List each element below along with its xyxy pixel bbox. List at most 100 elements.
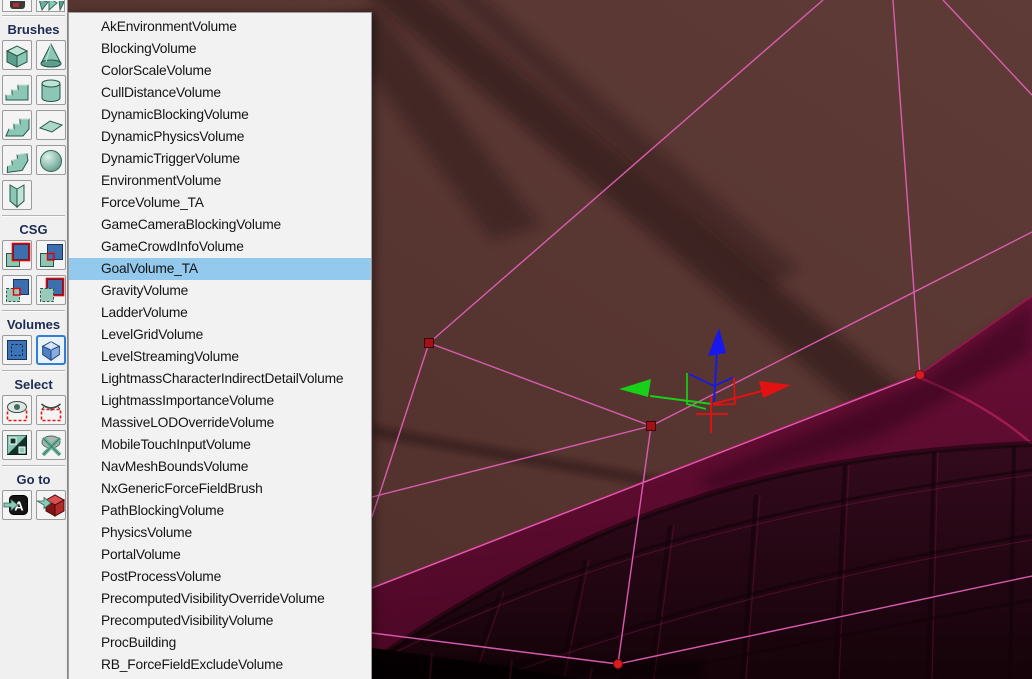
toolbar-button-brush-big-stairs[interactable] bbox=[2, 110, 32, 140]
brush-cone-icon bbox=[37, 41, 65, 69]
menu-item-PrecomputedVisibilityVolume[interactable]: PrecomputedVisibilityVolume bbox=[69, 610, 371, 632]
menu-item-RB_ForceFieldExcludeVolume[interactable]: RB_ForceFieldExcludeVolume bbox=[69, 654, 371, 676]
section-label-go-to: Go to bbox=[0, 470, 67, 490]
toolbar-button-brush-curved-stairs[interactable] bbox=[2, 145, 32, 175]
menu-item-DynamicPhysicsVolume[interactable]: DynamicPhysicsVolume bbox=[69, 126, 371, 148]
goto-actor-icon: A bbox=[3, 491, 31, 519]
brush-volumetric-icon bbox=[3, 181, 31, 209]
toolbar-button-brush-volumetric[interactable] bbox=[2, 180, 32, 210]
volume-show-icon bbox=[3, 336, 31, 364]
brush-cube-icon bbox=[3, 41, 31, 69]
menu-item-GravityVolume[interactable]: GravityVolume bbox=[69, 280, 371, 302]
toolbar-row bbox=[0, 75, 67, 105]
menu-item-NxGenericForceFieldBrush[interactable]: NxGenericForceFieldBrush bbox=[69, 478, 371, 500]
toolbar-button-select-invert[interactable] bbox=[2, 430, 32, 460]
menu-item-PhysicsVolume[interactable]: PhysicsVolume bbox=[69, 522, 371, 544]
toolbar-button-csg-intersect[interactable] bbox=[2, 275, 32, 305]
csg-subtract-icon bbox=[37, 241, 65, 269]
menu-item-LadderVolume[interactable]: LadderVolume bbox=[69, 302, 371, 324]
toolbar-button-select-none[interactable] bbox=[36, 430, 66, 460]
select-hide-eye-icon bbox=[37, 396, 65, 424]
section-label-csg: CSG bbox=[0, 220, 67, 240]
brush-vertex-handle[interactable] bbox=[916, 371, 925, 380]
toolbar-row bbox=[0, 110, 67, 140]
toolbar-clipped-row bbox=[0, 0, 67, 12]
section-label-select: Select bbox=[0, 375, 67, 395]
csg-deintersect-icon bbox=[37, 276, 65, 304]
toolbar-row bbox=[0, 180, 67, 210]
toolbar-button-brush-sheet[interactable] bbox=[36, 110, 66, 140]
toolbar-separator bbox=[2, 15, 65, 17]
menu-item-PrecomputedVisibilityOverrideVolume[interactable]: PrecomputedVisibilityOverrideVolume bbox=[69, 588, 371, 610]
toolbar-button-brush-stairs[interactable] bbox=[2, 75, 32, 105]
toolbar-button-clipped-2[interactable] bbox=[36, 0, 66, 12]
menu-item-NavMeshBoundsVolume[interactable]: NavMeshBoundsVolume bbox=[69, 456, 371, 478]
toolbar-button-brush-cylinder[interactable] bbox=[36, 75, 66, 105]
menu-item-PortalVolume[interactable]: PortalVolume bbox=[69, 544, 371, 566]
menu-item-PostProcessVolume[interactable]: PostProcessVolume bbox=[69, 566, 371, 588]
menu-item-ColorScaleVolume[interactable]: ColorScaleVolume bbox=[69, 60, 371, 82]
toolbar-row bbox=[0, 240, 67, 270]
menu-item-BlockingVolume[interactable]: BlockingVolume bbox=[69, 38, 371, 60]
toolbar-button-goto-actor[interactable]: A bbox=[2, 490, 32, 520]
toolbar-button-csg-add[interactable] bbox=[2, 240, 32, 270]
goto-builder-brush-icon bbox=[37, 491, 65, 519]
toolbar-button-brush-cube[interactable] bbox=[2, 40, 32, 70]
toolbar-row bbox=[0, 395, 67, 425]
toolbar-row bbox=[0, 275, 67, 305]
toolbar-button-csg-deintersect[interactable] bbox=[36, 275, 66, 305]
menu-item-EnvironmentVolume[interactable]: EnvironmentVolume bbox=[69, 170, 371, 192]
menu-item-LightmassCharacterIndirectDetailVolume[interactable]: LightmassCharacterIndirectDetailVolume bbox=[69, 368, 371, 390]
menu-item-CullDistanceVolume[interactable]: CullDistanceVolume bbox=[69, 82, 371, 104]
menu-item-GameCrowdInfoVolume[interactable]: GameCrowdInfoVolume bbox=[69, 236, 371, 258]
toolbar-button-select-show-eye[interactable] bbox=[2, 395, 32, 425]
left-toolbar: Brushes CSG Volumes Select Go toA bbox=[0, 0, 68, 679]
menu-item-MassiveLODOverrideVolume[interactable]: MassiveLODOverrideVolume bbox=[69, 412, 371, 434]
toolbar-button-brush-cone[interactable] bbox=[36, 40, 66, 70]
toolbar-separator bbox=[2, 465, 65, 467]
csg-intersect-icon bbox=[3, 276, 31, 304]
volume-class-menu: AkEnvironmentVolumeBlockingVolumeColorSc… bbox=[68, 12, 372, 679]
brush-sphere-icon bbox=[37, 146, 65, 174]
brush-curved-stairs-icon bbox=[3, 146, 31, 174]
brush-vertex-handle[interactable] bbox=[614, 660, 623, 669]
toolbar-row bbox=[0, 335, 67, 365]
csg-add-icon bbox=[3, 241, 31, 269]
section-label-volumes: Volumes bbox=[0, 315, 67, 335]
toolbar-button-clipped-1[interactable] bbox=[2, 0, 32, 12]
toolbar-button-goto-builder-brush[interactable] bbox=[36, 490, 66, 520]
toolbar-button-volume-show[interactable] bbox=[2, 335, 32, 365]
foliage-icon bbox=[37, 1, 65, 12]
brush-stairs-icon bbox=[3, 76, 31, 104]
menu-item-LevelStreamingVolume[interactable]: LevelStreamingVolume bbox=[69, 346, 371, 368]
toolbar-row bbox=[0, 430, 67, 460]
brush-sheet-icon bbox=[37, 111, 65, 139]
menu-item-LevelGridVolume[interactable]: LevelGridVolume bbox=[69, 324, 371, 346]
volume-cube-icon bbox=[38, 336, 64, 364]
toolbar-button-brush-sphere[interactable] bbox=[36, 145, 66, 175]
menu-item-DynamicBlockingVolume[interactable]: DynamicBlockingVolume bbox=[69, 104, 371, 126]
menu-item-PathBlockingVolume[interactable]: PathBlockingVolume bbox=[69, 500, 371, 522]
brush-cylinder-icon bbox=[37, 76, 65, 104]
select-invert-icon bbox=[3, 431, 31, 459]
toolbar-row bbox=[0, 145, 67, 175]
menu-item-AkEnvironmentVolume[interactable]: AkEnvironmentVolume bbox=[69, 16, 371, 38]
select-show-eye-icon bbox=[3, 396, 31, 424]
menu-item-ProcBuilding[interactable]: ProcBuilding bbox=[69, 632, 371, 654]
toolbar-row bbox=[0, 40, 67, 70]
toolbar-button-csg-subtract[interactable] bbox=[36, 240, 66, 270]
menu-item-ForceVolume_TA[interactable]: ForceVolume_TA bbox=[69, 192, 371, 214]
toolbar-button-volume-cube[interactable] bbox=[36, 335, 66, 365]
section-label-brushes: Brushes bbox=[0, 20, 67, 40]
toolbar-button-select-hide-eye[interactable] bbox=[36, 395, 66, 425]
menu-item-MobileTouchInputVolume[interactable]: MobileTouchInputVolume bbox=[69, 434, 371, 456]
toolbar-row: A bbox=[0, 490, 67, 520]
toolbar-separator bbox=[2, 310, 65, 312]
brush-vertex-handle[interactable] bbox=[647, 422, 656, 431]
menu-item-GameCameraBlockingVolume[interactable]: GameCameraBlockingVolume bbox=[69, 214, 371, 236]
menu-item-GoalVolume_TA[interactable]: GoalVolume_TA bbox=[69, 258, 371, 280]
menu-item-LightmassImportanceVolume[interactable]: LightmassImportanceVolume bbox=[69, 390, 371, 412]
toolbar-separator bbox=[2, 370, 65, 372]
menu-item-DynamicTriggerVolume[interactable]: DynamicTriggerVolume bbox=[69, 148, 371, 170]
brush-vertex-handle[interactable] bbox=[425, 339, 434, 348]
